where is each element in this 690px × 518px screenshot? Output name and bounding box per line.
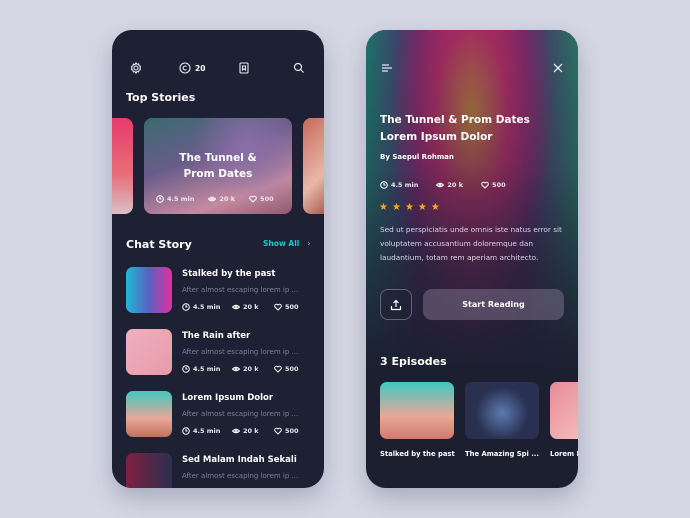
featured-likes: 500 — [249, 195, 274, 203]
chat-story-item[interactable]: Stalked by the past After almost escapin… — [112, 267, 324, 323]
coins-count: 20 — [195, 63, 206, 73]
eye-icon — [436, 182, 445, 188]
featured-title-line2: Prom Dates — [183, 168, 253, 180]
featured-views: 20 k — [208, 195, 235, 203]
story-title-line1: The Tunnel & Prom Dates — [380, 114, 530, 126]
eye-icon — [232, 366, 240, 372]
top-stories-heading: Top Stories — [126, 91, 196, 104]
heart-icon — [274, 427, 282, 435]
menu-icon[interactable] — [381, 62, 393, 74]
start-reading-label: Start Reading — [462, 300, 525, 309]
story-time: 4.5 min — [380, 181, 418, 189]
story-views: 20 k — [436, 181, 463, 189]
star-icon: ★ — [430, 202, 440, 213]
story-title-line2: Lorem Ipsum Dolor — [380, 131, 493, 143]
chat-story-item[interactable]: Sed Malam Indah Sekali After almost esca… — [112, 453, 324, 488]
item-views: 20 k — [232, 427, 274, 435]
item-title: The Rain after — [182, 331, 251, 341]
story-detail-screen: The Tunnel & Prom Dates Lorem Ipsum Dolo… — [366, 30, 578, 488]
story-card-next[interactable] — [303, 118, 324, 214]
episode-thumb-2[interactable] — [465, 382, 539, 439]
item-title: Sed Malam Indah Sekali — [182, 455, 297, 465]
show-all-link[interactable]: Show All › — [263, 239, 310, 248]
author: By Saepul Rohman — [380, 153, 454, 161]
episodes-heading: 3 Episodes — [380, 355, 447, 368]
eye-icon — [232, 304, 240, 310]
episode-title-3[interactable]: Lorem I — [550, 450, 578, 458]
chat-story-item[interactable]: The Rain after After almost escaping lor… — [112, 329, 324, 385]
story-description: Sed ut perspiciatis unde omnis iste natu… — [380, 225, 562, 262]
heart-icon — [481, 181, 489, 189]
home-screen: 20 Top Stories The Tunnel & Prom Dates 4… — [112, 30, 324, 488]
item-likes: 500 — [274, 427, 299, 435]
chat-story-heading: Chat Story — [126, 238, 192, 251]
chevron-right-icon: › — [307, 239, 311, 248]
featured-title-line1: The Tunnel & — [179, 152, 257, 164]
item-excerpt: After almost escaping lorem ip ... — [182, 472, 299, 480]
item-time: 4.5 min — [182, 427, 232, 435]
start-reading-button[interactable]: Start Reading — [423, 289, 564, 320]
featured-story-card[interactable]: The Tunnel & Prom Dates 4.5 min 20 k 500 — [144, 118, 292, 214]
item-views: 20 k — [232, 303, 274, 311]
story-likes: 500 — [481, 181, 506, 189]
heart-icon — [274, 365, 282, 373]
item-views: 20 k — [232, 365, 274, 373]
coins-counter[interactable]: 20 — [179, 62, 205, 74]
story-thumbnail — [126, 391, 172, 437]
item-time: 4.5 min — [182, 303, 232, 311]
episode-title-2[interactable]: The Amazing Spi ... — [465, 450, 539, 458]
item-likes: 500 — [274, 303, 299, 311]
episode-thumb-1[interactable] — [380, 382, 454, 439]
item-time: 4.5 min — [182, 365, 232, 373]
item-excerpt: After almost escaping lorem ip ... — [182, 348, 299, 356]
share-button[interactable] — [380, 289, 412, 320]
item-title: Lorem Ipsum Dolor — [182, 393, 274, 403]
bookmark-icon[interactable] — [238, 62, 250, 74]
clock-icon — [182, 303, 190, 311]
featured-time: 4.5 min — [156, 195, 194, 203]
item-title: Stalked by the past — [182, 269, 276, 279]
episode-thumb-3[interactable] — [550, 382, 578, 439]
item-excerpt: After almost escaping lorem ip ... — [182, 286, 299, 294]
star-rating: ★ ★ ★ ★ ★ — [379, 195, 444, 214]
story-thumbnail — [126, 329, 172, 375]
star-icon: ★ — [379, 202, 388, 213]
clock-icon — [156, 195, 164, 203]
item-likes: 500 — [274, 365, 299, 373]
heart-icon — [249, 195, 257, 203]
star-icon: ★ — [404, 202, 414, 213]
clock-icon — [380, 181, 388, 189]
settings-icon[interactable] — [130, 62, 142, 74]
close-icon[interactable] — [552, 62, 564, 74]
heart-icon — [274, 303, 282, 311]
episode-title-1[interactable]: Stalked by the past — [380, 450, 455, 458]
star-icon: ★ — [391, 202, 401, 213]
chat-story-item[interactable]: Lorem Ipsum Dolor After almost escaping … — [112, 391, 324, 447]
clock-icon — [182, 427, 190, 435]
story-card-prev[interactable] — [112, 118, 133, 214]
item-excerpt: After almost escaping lorem ip ... — [182, 410, 299, 418]
clock-icon — [182, 365, 190, 373]
story-thumbnail — [126, 267, 172, 313]
eye-icon — [232, 428, 240, 434]
search-icon[interactable] — [293, 62, 305, 74]
eye-icon — [208, 196, 217, 202]
show-all-label: Show All — [263, 239, 300, 248]
star-icon: ★ — [417, 202, 427, 213]
share-icon — [390, 299, 402, 310]
story-thumbnail — [126, 453, 172, 488]
coin-icon — [179, 62, 191, 74]
